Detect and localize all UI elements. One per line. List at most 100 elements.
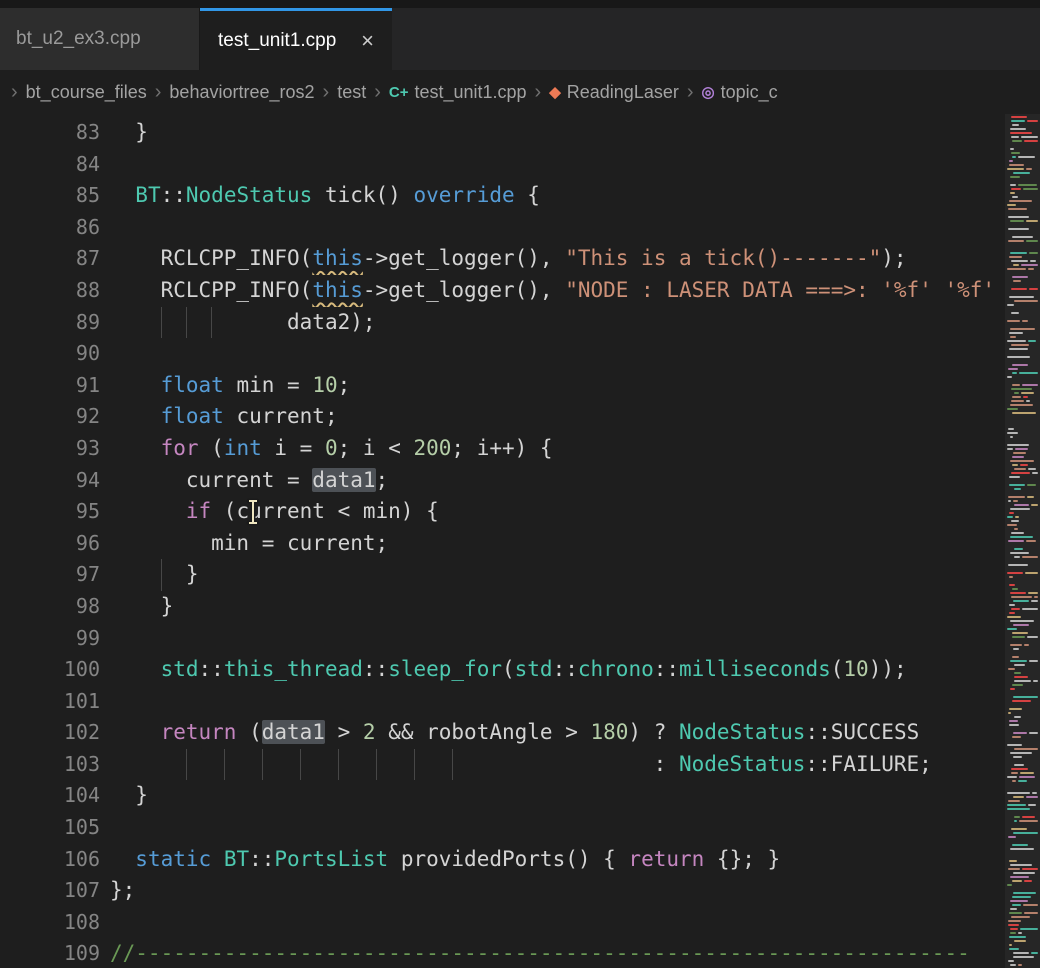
breadcrumb-item-ReadingLaser[interactable]: ◆ReadingLaser — [549, 82, 679, 103]
line-number[interactable]: 94 — [0, 465, 100, 497]
line-number[interactable]: 98 — [0, 591, 100, 623]
minimap-token — [1010, 220, 1024, 222]
line-number[interactable]: 105 — [0, 812, 100, 844]
minimap-line — [1007, 564, 1038, 566]
editor-line[interactable]: 89 data2); — [0, 307, 1005, 339]
minimap-line — [1007, 424, 1038, 426]
editor-line[interactable]: 106 static BT::PortsList providedPorts()… — [0, 844, 1005, 876]
line-number[interactable]: 96 — [0, 528, 100, 560]
editor-line[interactable]: 87 RCLCPP_INFO(this->get_logger(), "This… — [0, 243, 1005, 275]
line-number[interactable]: 88 — [0, 275, 100, 307]
tab-test_unit1.cpp[interactable]: test_unit1.cpp× — [200, 8, 392, 70]
code-token: sleep_for — [388, 657, 502, 681]
line-number[interactable]: 109 — [0, 938, 100, 968]
editor-line[interactable]: 108 — [0, 907, 1005, 939]
line-number[interactable]: 83 — [0, 117, 100, 149]
chevron-right-icon: › — [686, 81, 695, 104]
editor-line[interactable]: 102 return (data1 > 2 && robotAngle > 18… — [0, 717, 1005, 749]
editor-line[interactable]: 109 //-----------------------------------… — [0, 938, 1005, 968]
minimap-token — [1009, 160, 1013, 162]
editor-line[interactable]: 100 std::this_thread::sleep_for(std::chr… — [0, 654, 1005, 686]
minimap-token — [1012, 588, 1018, 590]
line-number[interactable]: 89 — [0, 307, 100, 339]
line-number[interactable]: 108 — [0, 907, 100, 939]
breadcrumb-item-behaviortree_ros2[interactable]: behaviortree_ros2 — [169, 82, 314, 103]
indent-guide — [186, 307, 187, 339]
editor-line[interactable]: 88 RCLCPP_INFO(this->get_logger(), "NODE… — [0, 275, 1005, 307]
code-line-content: BT::NodeStatus tick() override { — [110, 180, 1005, 212]
line-number[interactable]: 103 — [0, 749, 100, 781]
editor-line[interactable]: 107}; — [0, 875, 1005, 907]
minimap-token — [1012, 656, 1019, 658]
editor-lines[interactable]: 83 }8485 BT::NodeStatus tick() override … — [0, 114, 1005, 968]
chevron-right-icon: › — [154, 81, 163, 104]
editor-line[interactable]: 91 float min = 10; — [0, 370, 1005, 402]
editor-line[interactable]: 105 — [0, 812, 1005, 844]
minimap-token — [1010, 964, 1016, 966]
editor-line[interactable]: 95 if (current < min) { — [0, 496, 1005, 528]
minimap[interactable] — [1005, 114, 1040, 968]
code-line-content: //--------------------------------------… — [110, 938, 1005, 968]
code-token: data1 — [262, 720, 325, 744]
line-number[interactable]: 95 — [0, 496, 100, 528]
breadcrumb-label: ReadingLaser — [567, 82, 679, 103]
minimap-token — [1010, 252, 1027, 254]
editor-line[interactable]: 85 BT::NodeStatus tick() override { — [0, 180, 1005, 212]
line-number[interactable]: 90 — [0, 338, 100, 370]
editor-line[interactable]: 96 min = current; — [0, 528, 1005, 560]
code-token: )); — [869, 657, 907, 681]
code-line-content — [110, 338, 1005, 370]
editor-line[interactable]: 104 } — [0, 780, 1005, 812]
line-number[interactable]: 106 — [0, 844, 100, 876]
minimap-token — [1008, 216, 1029, 218]
editor-line[interactable]: 101 — [0, 686, 1005, 718]
editor-line[interactable]: 97 } — [0, 559, 1005, 591]
line-number[interactable]: 87 — [0, 243, 100, 275]
editor-line[interactable]: 98 } — [0, 591, 1005, 623]
code-editor[interactable]: 83 }8485 BT::NodeStatus tick() override … — [0, 114, 1040, 968]
breadcrumb-item-test[interactable]: test — [337, 82, 366, 103]
minimap-line — [1007, 556, 1038, 558]
line-number[interactable]: 85 — [0, 180, 100, 212]
minimap-token — [1013, 264, 1019, 266]
line-number[interactable]: 92 — [0, 401, 100, 433]
minimap-token — [1010, 460, 1034, 462]
minimap-line — [1007, 476, 1038, 478]
line-number[interactable]: 93 — [0, 433, 100, 465]
breadcrumb-item-bt_course_files[interactable]: bt_course_files — [26, 82, 147, 103]
line-number[interactable]: 99 — [0, 623, 100, 655]
line-number[interactable]: 91 — [0, 370, 100, 402]
minimap-token — [1023, 188, 1038, 190]
code-token: this_thread — [224, 657, 363, 681]
editor-line[interactable]: 90 — [0, 338, 1005, 370]
minimap-token — [1007, 516, 1013, 518]
minimap-token — [1031, 504, 1038, 506]
minimap-token — [1007, 340, 1026, 342]
editor-line[interactable]: 86 — [0, 212, 1005, 244]
close-icon[interactable]: × — [361, 30, 374, 52]
breadcrumb-item-topic_c[interactable]: ◎topic_c — [702, 82, 778, 103]
editor-line[interactable]: 93 for (int i = 0; i < 200; i++) { — [0, 433, 1005, 465]
breadcrumb-item-test_unit1.cpp[interactable]: C+test_unit1.cpp — [389, 82, 527, 103]
minimap-line — [1007, 600, 1038, 602]
editor-line[interactable]: 83 } — [0, 117, 1005, 149]
minimap-token — [1011, 152, 1020, 154]
tab-bt_u2_ex3.cpp[interactable]: bt_u2_ex3.cpp — [0, 8, 200, 70]
line-number[interactable]: 86 — [0, 212, 100, 244]
editor-line[interactable]: 84 — [0, 149, 1005, 181]
editor-line[interactable]: 92 float current; — [0, 401, 1005, 433]
editor-line[interactable]: 103 : NodeStatus::FAILURE; — [0, 749, 1005, 781]
line-number[interactable]: 101 — [0, 686, 100, 718]
minimap-token — [1014, 300, 1038, 302]
line-number[interactable]: 102 — [0, 717, 100, 749]
editor-line[interactable]: 99 — [0, 623, 1005, 655]
minimap-token — [1028, 268, 1033, 270]
minimap-line — [1007, 704, 1038, 706]
editor-line[interactable]: 94 current = data1; — [0, 465, 1005, 497]
line-number[interactable]: 107 — [0, 875, 100, 907]
line-number[interactable]: 104 — [0, 780, 100, 812]
line-number[interactable]: 97 — [0, 559, 100, 591]
line-number[interactable]: 100 — [0, 654, 100, 686]
minimap-token — [1007, 268, 1026, 270]
line-number[interactable]: 84 — [0, 149, 100, 181]
